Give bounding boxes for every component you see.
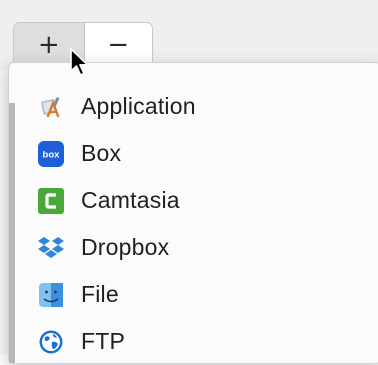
menu-item-list: Application box Box Camtasia Dropbox Fil… <box>37 83 367 365</box>
background-window-edge <box>9 103 15 363</box>
finder-file-icon <box>37 281 65 309</box>
dropbox-icon <box>37 234 65 262</box>
menu-item-label: FTP <box>81 328 126 354</box>
menu-item-file[interactable]: File <box>37 271 367 318</box>
menu-item-camtasia[interactable]: Camtasia <box>37 177 367 224</box>
application-icon <box>37 93 65 121</box>
box-icon: box <box>37 140 65 168</box>
menu-item-label: Box <box>81 140 122 166</box>
camtasia-icon <box>37 187 65 215</box>
menu-item-application[interactable]: Application <box>37 83 367 130</box>
plus-icon: + <box>37 30 60 60</box>
menu-item-label: Application <box>81 93 196 119</box>
box-icon-text: box <box>43 149 61 160</box>
menu-item-ftp[interactable]: FTP <box>37 318 367 365</box>
add-service-menu: Application box Box Camtasia Dropbox Fil… <box>8 62 378 364</box>
ftp-globe-icon <box>37 328 65 356</box>
menu-item-box[interactable]: box Box <box>37 130 367 177</box>
menu-item-label: File <box>81 281 119 307</box>
menu-item-label: Camtasia <box>81 187 180 213</box>
menu-item-label: Dropbox <box>81 234 170 260</box>
menu-item-dropbox[interactable]: Dropbox <box>37 224 367 271</box>
minus-icon: − <box>107 30 130 60</box>
